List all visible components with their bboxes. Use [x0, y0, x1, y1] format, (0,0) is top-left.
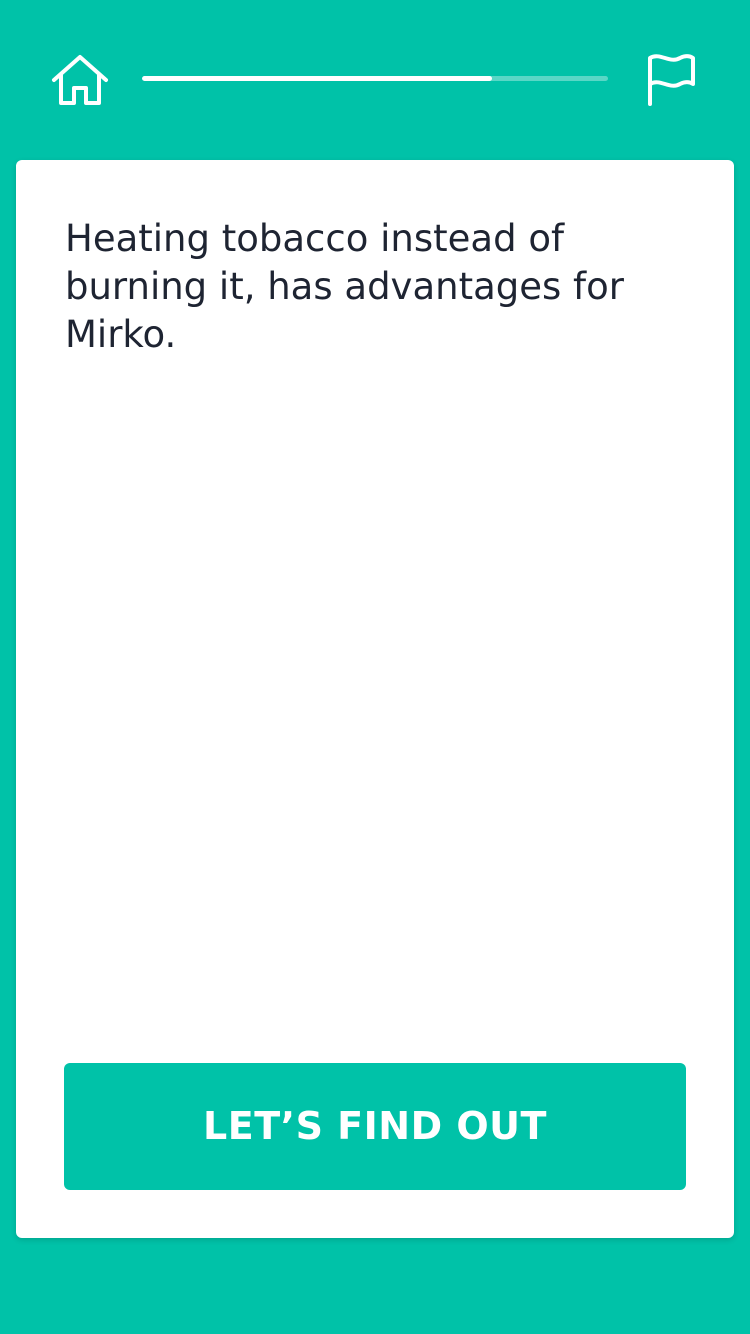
question-card: Heating tobacco instead of burning it, h…: [16, 160, 734, 1238]
progress-fill: [142, 76, 492, 81]
flag-icon: [648, 54, 695, 106]
home-button[interactable]: [48, 50, 112, 110]
lets-find-out-button[interactable]: LET’S FIND OUT: [64, 1063, 686, 1190]
flag-button[interactable]: [642, 50, 700, 110]
home-icon: [52, 55, 108, 105]
statement-text: Heating tobacco instead of burning it, h…: [65, 217, 624, 356]
progress-bar: [142, 76, 608, 81]
